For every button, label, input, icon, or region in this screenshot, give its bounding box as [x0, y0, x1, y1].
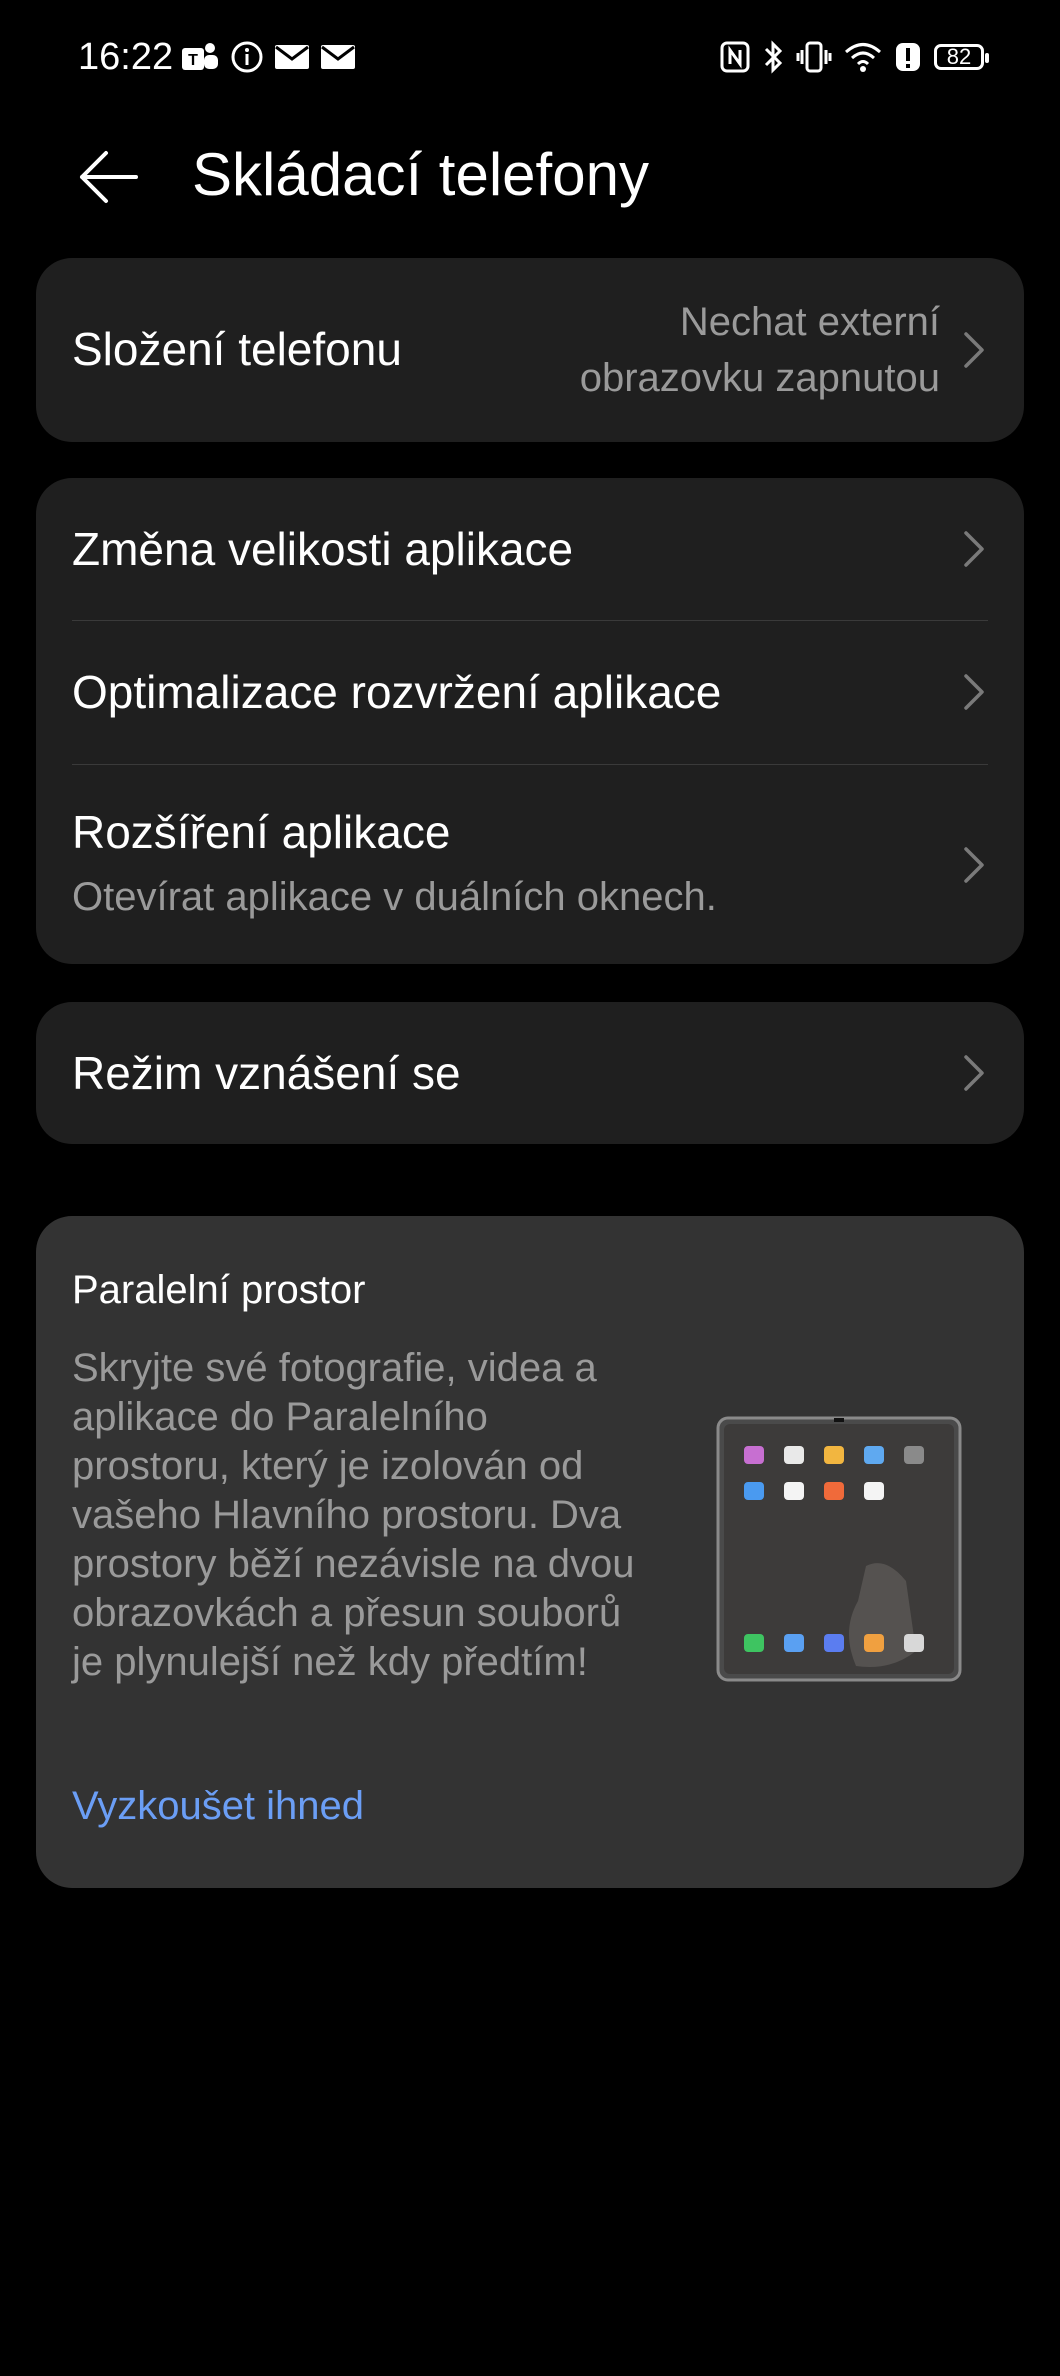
fold-setting-value-line2: obrazovku zapnutou: [579, 356, 940, 400]
chevron-right-icon: [964, 847, 984, 883]
mail-icon: [274, 43, 310, 71]
mail-icon: [320, 43, 356, 71]
app-settings-card: Změna velikosti aplikace Optimalizace ro…: [36, 478, 1024, 964]
svg-text:T: T: [188, 52, 198, 69]
chevron-right-icon: [964, 674, 984, 710]
page-title: Skládací telefony: [192, 141, 649, 208]
hover-mode-card: Režim vznášení se: [36, 1002, 1024, 1144]
app-extension-title: Rozšíření aplikace: [72, 806, 451, 858]
teams-icon: T: [180, 40, 220, 74]
battery-level: 82: [946, 44, 972, 69]
fold-setting-value-line1: Nechat externí: [679, 300, 940, 344]
chevron-right-icon: [964, 1055, 984, 1091]
resize-apps-title: Změna velikosti aplikace: [72, 523, 574, 575]
alert-icon: [894, 41, 922, 73]
app-extension-subtitle: Otevírat aplikace v duálních oknech.: [72, 875, 717, 919]
back-button[interactable]: [72, 142, 142, 212]
app-header: Skládací telefony: [0, 118, 1060, 234]
chevron-right-icon: [964, 531, 984, 567]
info-icon: [230, 40, 264, 74]
fold-setting-value: Nechat externí obrazovku zapnutou: [580, 294, 940, 406]
fold-setting-title: Složení telefonu: [72, 323, 402, 375]
wifi-icon: [844, 41, 882, 73]
parallel-space-title: Paralelní prostor: [72, 1268, 366, 1312]
parallel-space-card: Paralelní prostor Skryjte své fotografie…: [36, 1216, 1024, 1888]
nfc-icon: [720, 41, 750, 73]
battery-icon: 82: [934, 44, 989, 70]
bluetooth-icon: [762, 40, 784, 74]
layout-optimization-row[interactable]: Optimalizace rozvržení aplikace: [36, 621, 1024, 764]
foldable-device-illustration: [716, 1416, 962, 1682]
fold-setting-card: Složení telefonu Nechat externí obrazovk…: [36, 258, 1024, 442]
resize-apps-row[interactable]: Změna velikosti aplikace: [36, 478, 1024, 620]
app-extension-row[interactable]: Rozšíření aplikace Otevírat aplikace v d…: [36, 765, 1024, 964]
status-bar: 16:22 T 82: [0, 0, 1060, 118]
back-arrow-icon: [80, 151, 138, 203]
status-time: 16:22: [78, 36, 174, 78]
try-now-link[interactable]: Vyzkoušet ihned: [72, 1784, 364, 1829]
layout-optimization-title: Optimalizace rozvržení aplikace: [72, 666, 722, 718]
vibrate-icon: [796, 40, 832, 74]
chevron-right-icon: [964, 332, 984, 368]
hover-mode-row[interactable]: Režim vznášení se: [36, 1002, 1024, 1144]
parallel-space-description: Skryjte své fotografie, videa a aplikace…: [72, 1346, 635, 1684]
hover-mode-title: Režim vznášení se: [72, 1047, 461, 1099]
fold-setting-row[interactable]: Složení telefonu Nechat externí obrazovk…: [36, 258, 1024, 442]
